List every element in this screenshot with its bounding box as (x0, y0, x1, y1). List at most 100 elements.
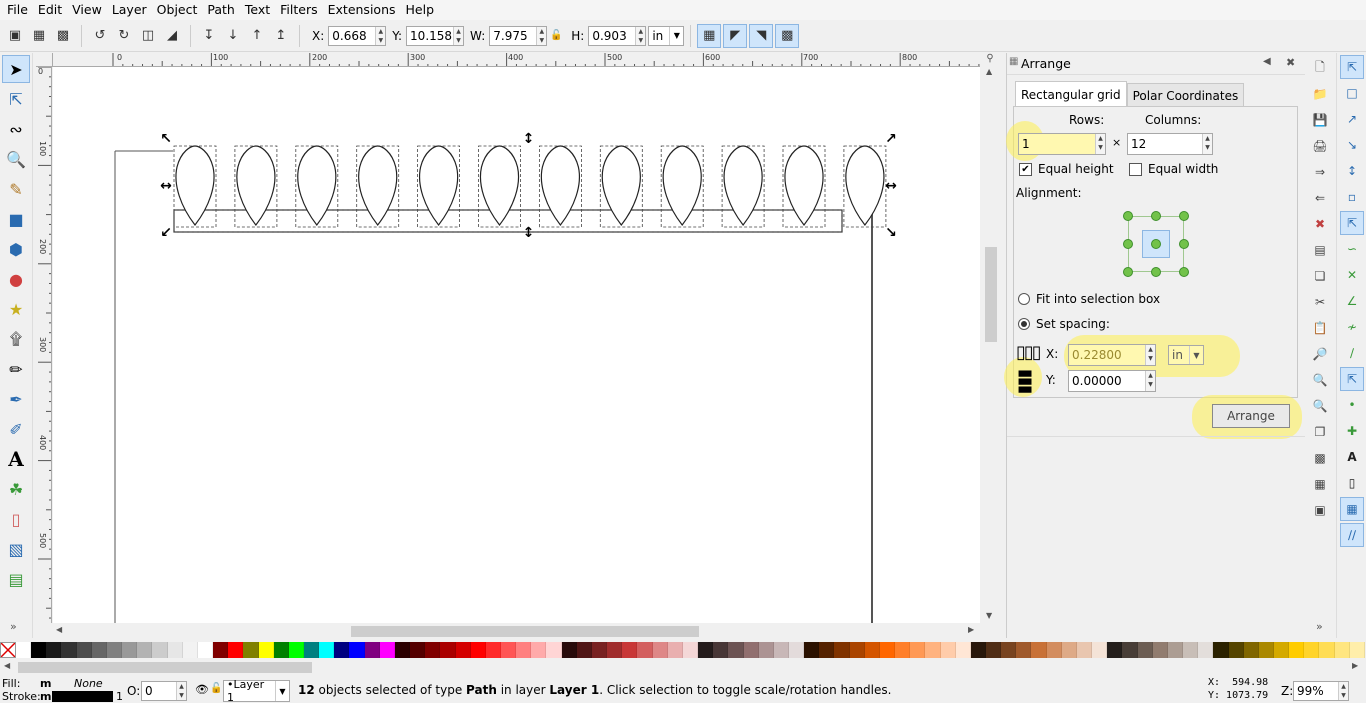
palette-swatch[interactable] (804, 642, 820, 658)
palette-swatch[interactable] (516, 642, 532, 658)
palette-swatch[interactable] (167, 642, 183, 658)
drawing-canvas[interactable]: ↖ ↕ ↗ ↔ ↔ ↙ ↕ ↘ (53, 67, 980, 623)
w-input[interactable] (490, 26, 537, 45)
snap-guide-icon[interactable]: ∕∕ (1340, 523, 1364, 547)
palette-swatch[interactable] (152, 642, 168, 658)
palette-swatch[interactable] (197, 642, 214, 658)
rows-input[interactable] (1019, 134, 1095, 154)
vertical-scroll-thumb[interactable] (985, 247, 997, 342)
palette-swatch[interactable] (334, 642, 350, 658)
zoom-drawing-icon[interactable]: 🔍 (1309, 369, 1331, 391)
palette-swatch[interactable] (1122, 642, 1138, 658)
palette-swatch[interactable] (213, 642, 229, 658)
undo-icon[interactable]: ✖ (1309, 213, 1331, 235)
palette-scrollbar[interactable]: ◀ ▶ (0, 659, 1366, 676)
export-icon[interactable]: ⇐ (1309, 187, 1331, 209)
palette-swatch[interactable] (379, 642, 395, 658)
palette-swatch[interactable] (91, 642, 107, 658)
palette-swatch[interactable] (743, 642, 759, 658)
menu-path[interactable]: Path (202, 0, 239, 20)
rows-spin[interactable]: ▲▼ (1018, 133, 1106, 155)
palette-swatch[interactable] (349, 642, 365, 658)
palette-swatch[interactable] (561, 642, 577, 658)
menu-extensions[interactable]: Extensions (323, 0, 401, 20)
commands-overflow-icon[interactable]: » (1316, 620, 1323, 633)
lower-bottom-icon[interactable]: ↧ (197, 24, 221, 48)
spiral-tool-icon[interactable]: ۩ (2, 325, 30, 353)
scale-handle-icon[interactable]: ↔ (160, 178, 172, 194)
no-paint-swatch[interactable] (0, 642, 16, 658)
palette-scroll-thumb[interactable] (18, 662, 312, 673)
scroll-right-icon[interactable]: ▶ (1352, 661, 1358, 670)
palette-swatch[interactable] (1213, 642, 1229, 658)
palette-swatch[interactable] (1152, 642, 1168, 658)
move-patterns-icon[interactable]: ▩ (775, 23, 800, 48)
palette-swatch[interactable] (531, 642, 547, 658)
palette-swatch[interactable] (1137, 642, 1153, 658)
zoom-page-icon[interactable]: 🔍 (1309, 395, 1331, 417)
palette-swatch[interactable] (1061, 642, 1077, 658)
palette-swatch[interactable] (713, 642, 729, 658)
spin-arrows-icon[interactable]: ▲ ▼ (1338, 682, 1348, 700)
palette-swatch[interactable] (1334, 642, 1350, 658)
palette-swatch[interactable] (16, 642, 32, 658)
stroke-width[interactable]: 1 (116, 690, 123, 703)
raise-top-icon[interactable]: ↥ (269, 24, 293, 48)
palette-swatch[interactable] (895, 642, 911, 658)
eraser-tool-icon[interactable]: ▯ (2, 505, 30, 533)
palette-swatch[interactable] (986, 642, 1002, 658)
spin-arrows-icon[interactable]: ▲ ▼ (635, 26, 646, 45)
palette-swatch[interactable] (1258, 642, 1274, 658)
spin-arrows-icon[interactable]: ▲ ▼ (453, 26, 464, 45)
selector-tool-icon[interactable]: ➤ (2, 55, 30, 83)
palette-swatch[interactable] (1031, 642, 1047, 658)
menu-file[interactable]: File (2, 0, 33, 20)
vertical-scrollbar[interactable]: ▲ ▼ (983, 67, 999, 623)
palette-swatch[interactable] (425, 642, 441, 658)
h-input[interactable] (589, 26, 636, 45)
scale-handle-icon[interactable]: ↘ (885, 225, 897, 241)
palette-swatch[interactable] (258, 642, 274, 658)
palette-swatch[interactable] (591, 642, 608, 658)
spin-arrows-icon[interactable]: ▲ ▼ (1202, 134, 1212, 154)
scroll-right-icon[interactable]: ▶ (968, 625, 974, 634)
menu-object[interactable]: Object (152, 0, 203, 20)
tab-polar-coordinates[interactable]: Polar Coordinates (1126, 83, 1245, 107)
group-icon[interactable]: ▣ (1309, 499, 1331, 521)
scale-handle-icon[interactable]: ↔ (885, 178, 897, 194)
snap-midpoint-icon[interactable]: ∕ (1340, 341, 1364, 365)
scale-stroke-icon[interactable]: ▦ (697, 23, 722, 48)
palette-swatch[interactable] (1273, 642, 1290, 658)
calligraphy-tool-icon[interactable]: ✐ (2, 415, 30, 443)
stroke-indicator[interactable]: m (40, 690, 51, 703)
palette-swatch[interactable] (1076, 642, 1093, 658)
palette-swatch[interactable] (652, 642, 668, 658)
palette-swatch[interactable] (1228, 642, 1244, 658)
snap-cusp-icon[interactable]: ∠ (1340, 289, 1364, 313)
palette-swatch[interactable] (137, 642, 153, 658)
palette-swatch[interactable] (667, 642, 683, 658)
palette-swatch[interactable] (819, 642, 835, 658)
palette-swatch[interactable] (31, 642, 47, 658)
spray-tool-icon[interactable]: ☘ (2, 475, 30, 503)
palette-swatch[interactable] (864, 642, 880, 658)
palette-swatch[interactable] (1167, 642, 1184, 658)
zoom-tool-icon[interactable]: 🔍 (2, 145, 30, 173)
h-spin[interactable]: ▲▼ (588, 25, 647, 46)
horizontal-scrollbar[interactable]: ◀ ▶ (53, 624, 980, 639)
tab-rectangular-grid[interactable]: Rectangular grid (1015, 81, 1127, 107)
palette-swatch[interactable] (243, 642, 259, 658)
3d-box-tool-icon[interactable]: ⬢ (2, 235, 30, 263)
snap-bbox-corner-icon[interactable]: ↘ (1340, 133, 1364, 157)
align-top-right[interactable] (1179, 211, 1189, 221)
palette-swatch[interactable] (1289, 642, 1305, 658)
palette-swatch[interactable] (879, 642, 896, 658)
palette-swatch[interactable] (394, 642, 411, 658)
star-tool-icon[interactable]: ★ (2, 295, 30, 323)
layer-select[interactable]: •Layer 1 ▼ (223, 678, 290, 703)
palette-swatch[interactable] (1183, 642, 1199, 658)
layer-visibility-icon[interactable]: 👁 (195, 683, 209, 696)
paste-icon[interactable]: 📋 (1309, 317, 1331, 339)
scale-corners-icon[interactable]: ◤ (723, 23, 748, 48)
align-middle-right[interactable] (1179, 239, 1189, 249)
